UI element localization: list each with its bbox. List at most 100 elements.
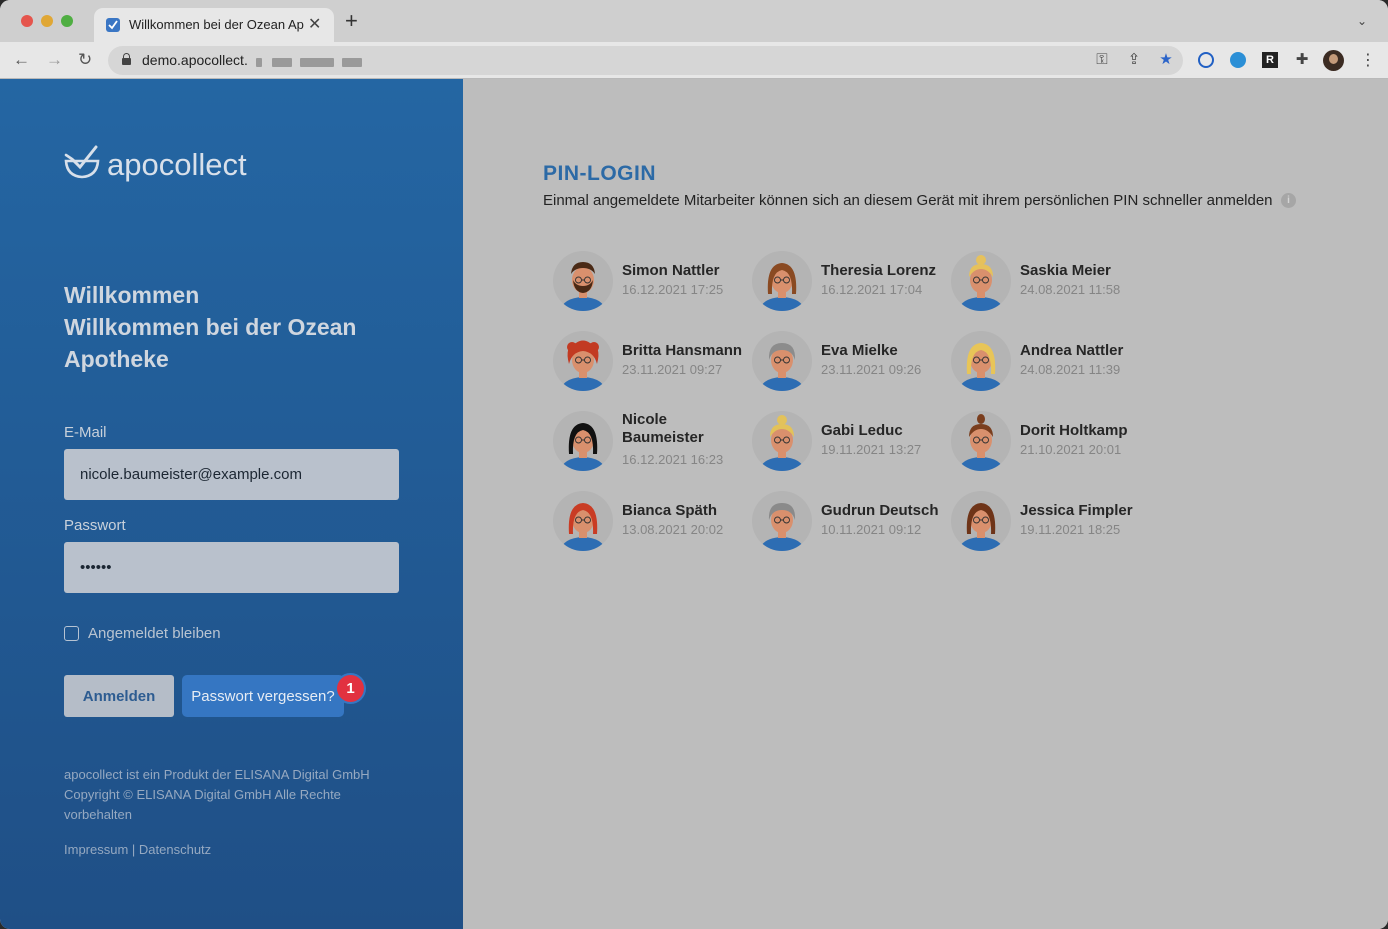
mortar-logo-icon: [64, 145, 100, 179]
url-text: demo.apocollect.: [142, 52, 248, 68]
remember-checkbox[interactable]: [64, 626, 79, 641]
extension-c-icon[interactable]: [1230, 52, 1246, 68]
user-name: Gabi Leduc: [821, 422, 903, 439]
user-name: Simon Nattler: [622, 262, 720, 279]
forgot-password-button[interactable]: Passwort vergessen?: [182, 675, 344, 717]
extensions-puzzle-icon[interactable]: ✚: [1292, 51, 1312, 69]
forward-icon[interactable]: →: [46, 50, 63, 70]
datenschutz-link[interactable]: Datenschutz: [139, 842, 211, 857]
user-last-login: 24.08.2021 11:39: [1020, 362, 1121, 377]
login-panel: apocollect Willkommen Willkommen bei der…: [0, 79, 463, 929]
window-minimize-button[interactable]: [41, 15, 53, 27]
window-maximize-button[interactable]: [61, 15, 73, 27]
user-tile[interactable]: Simon Nattler 16.12.2021 17:25: [552, 250, 747, 316]
user-tile[interactable]: Britta Hansmann 23.11.2021 09:27: [552, 330, 747, 396]
window-close-button[interactable]: [21, 15, 33, 27]
extension-r-icon[interactable]: R: [1262, 52, 1278, 68]
user-avatar-icon: [951, 331, 1011, 391]
user-name: Dorit Holtkamp: [1020, 422, 1128, 439]
user-name: Eva Mielke: [821, 342, 898, 359]
share-icon[interactable]: ⇪: [1124, 51, 1144, 69]
user-last-login: 23.11.2021 09:26: [821, 362, 922, 377]
brand-name: apocollect: [107, 147, 247, 182]
user-avatar-icon: [752, 331, 812, 391]
page-content: apocollect Willkommen Willkommen bei der…: [0, 79, 1388, 929]
user-name: Gudrun Deutsch: [821, 502, 939, 519]
user-name: Jessica Fimpler: [1020, 502, 1133, 519]
user-last-login: 19.11.2021 18:25: [1020, 522, 1121, 537]
user-last-login: 16.12.2021 16:23: [622, 452, 724, 467]
email-field[interactable]: [64, 449, 399, 500]
user-avatar-icon: [752, 251, 812, 311]
user-tile[interactable]: Gabi Leduc 19.11.2021 13:27: [751, 410, 946, 476]
user-last-login: 21.10.2021 20:01: [1020, 442, 1122, 457]
footer-links: Impressum | Datenschutz: [64, 842, 211, 857]
user-last-login: 10.11.2021 09:12: [821, 522, 922, 537]
footer-text: apocollect ist ein Produkt der ELISANA D…: [64, 767, 370, 822]
password-field[interactable]: [64, 542, 399, 593]
welcome-line: Willkommen bei der Ozean: [64, 314, 357, 340]
user-tile[interactable]: Nicole Baumeister 16.12.2021 16:23: [552, 410, 747, 476]
redacted-url-part: [300, 58, 334, 67]
user-last-login: 13.08.2021 20:02: [622, 522, 724, 537]
user-last-login: 19.11.2021 13:27: [821, 442, 922, 457]
redacted-url-part: [272, 58, 292, 67]
pin-login-title: PIN-LOGIN: [543, 162, 656, 185]
user-tile[interactable]: Saskia Meier 24.08.2021 11:58: [950, 250, 1145, 316]
footer-separator: |: [128, 842, 139, 857]
info-icon[interactable]: i: [1281, 193, 1296, 208]
welcome-heading: Willkommen Willkommen bei der Ozean Apot…: [64, 279, 404, 375]
favicon-icon: [106, 18, 120, 32]
user-avatar-icon: [752, 491, 812, 551]
user-last-login: 16.12.2021 17:25: [622, 282, 724, 297]
address-bar[interactable]: demo.apocollect.: [108, 46, 1183, 75]
back-icon[interactable]: ←: [13, 50, 30, 70]
tab-title: Willkommen bei der Ozean Apotheke: [129, 17, 304, 32]
welcome-line: Apotheke: [64, 346, 169, 372]
lock-icon: [122, 53, 131, 65]
user-tile[interactable]: Andrea Nattler 24.08.2021 11:39: [950, 330, 1145, 396]
user-tile[interactable]: Jessica Fimpler 19.11.2021 18:25: [950, 490, 1145, 556]
user-avatar-icon: [553, 251, 613, 311]
user-avatar-icon: [951, 491, 1011, 551]
password-label: Passwort: [64, 517, 126, 534]
profile-avatar[interactable]: [1323, 50, 1344, 71]
user-tile[interactable]: Bianca Späth 13.08.2021 20:02: [552, 490, 747, 556]
user-last-login: 16.12.2021 17:04: [821, 282, 923, 297]
apocollect-logo: apocollect: [64, 143, 264, 185]
user-tile[interactable]: Theresia Lorenz 16.12.2021 17:04: [751, 250, 946, 316]
redacted-url-part: [256, 58, 262, 67]
login-button[interactable]: Anmelden: [64, 675, 174, 717]
browser-menu-icon[interactable]: ⋮: [1360, 50, 1376, 70]
user-name: Bianca Späth: [622, 502, 718, 519]
user-avatar-icon: [553, 331, 613, 391]
user-avatar-icon: [951, 251, 1011, 311]
new-tab-button[interactable]: +: [345, 10, 358, 32]
redacted-url-part: [342, 58, 362, 67]
user-tile[interactable]: Dorit Holtkamp 21.10.2021 20:01: [950, 410, 1145, 476]
tab-bar: Willkommen bei der Ozean Apotheke ✕ + ⌄: [0, 0, 1388, 42]
bookmark-star-icon[interactable]: ★: [1156, 51, 1176, 69]
user-tile[interactable]: Eva Mielke 23.11.2021 09:26: [751, 330, 946, 396]
user-avatar-icon: [553, 491, 613, 551]
browser-toolbar: ← → ↻ demo.apocollect. ⚿ ⇪ ★ R ✚ ⋮: [0, 42, 1388, 79]
user-name: Andrea Nattler: [1020, 342, 1124, 359]
email-label: E-Mail: [64, 424, 107, 441]
password-manager-extension-icon[interactable]: [1198, 52, 1214, 68]
key-icon[interactable]: ⚿: [1092, 51, 1112, 69]
user-last-login: 23.11.2021 09:27: [622, 362, 723, 377]
impressum-link[interactable]: Impressum: [64, 842, 128, 857]
reload-icon[interactable]: ↻: [78, 50, 92, 70]
browser-window: Willkommen bei der Ozean Apotheke ✕ + ⌄ …: [0, 0, 1388, 929]
user-avatar-icon: [752, 411, 812, 471]
tab-search-icon[interactable]: ⌄: [1357, 14, 1367, 28]
browser-tab[interactable]: Willkommen bei der Ozean Apotheke ✕: [94, 8, 334, 42]
user-last-login: 24.08.2021 11:58: [1020, 282, 1121, 297]
user-name: Saskia Meier: [1020, 262, 1111, 279]
pin-login-subtitle: Einmal angemeldete Mitarbeiter können si…: [543, 192, 1273, 209]
user-name: Theresia Lorenz: [821, 262, 937, 279]
user-tile[interactable]: Gudrun Deutsch 10.11.2021 09:12: [751, 490, 946, 556]
user-name: Nicole Baumeister: [622, 411, 704, 446]
tab-close-icon[interactable]: ✕: [308, 14, 321, 34]
step-badge: 1: [337, 675, 364, 702]
